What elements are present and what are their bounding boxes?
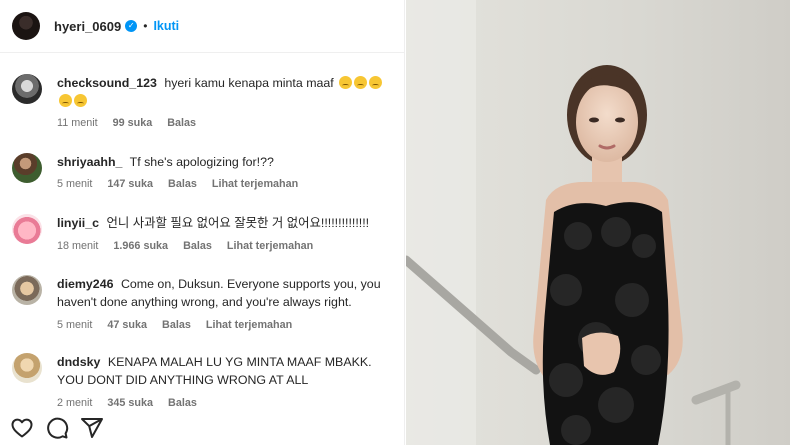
sad-face-emoji-icon [339,76,353,89]
reply-button[interactable]: Balas [183,240,212,252]
sad-face-emoji-icon [369,76,383,89]
share-icon[interactable] [80,416,104,440]
comment-likes[interactable]: 345 suka [107,397,153,409]
author-username[interactable]: hyeri_0609 [54,19,121,34]
comment-time: 11 menit [57,117,98,129]
comment-text-block: diemy246 Come on, Duksun. Everyone suppo… [57,275,397,311]
see-translation-link[interactable]: Lihat terjemahan [212,178,298,190]
commenter-username[interactable]: checksound_123 [57,76,157,90]
comment-meta: 11 menit 99 suka Balas [57,117,208,129]
comment-text-block: shriyaahh_ Tf she's apologizing for!?? [57,153,397,171]
commenter-username[interactable]: diemy246 [57,277,113,291]
commenter-username[interactable]: linyii_c [57,216,99,230]
comment-meta: 5 menit 47 suka Balas Lihat terjemahan [57,319,304,331]
comment-likes[interactable]: 147 suka [107,178,153,190]
comment-text: Tf she's apologizing for!?? [129,155,274,169]
comment-time: 5 menit [57,178,93,190]
see-translation-link[interactable]: Lihat terjemahan [227,240,313,252]
comment-text-block: checksound_123 hyeri kamu kenapa minta m… [57,74,397,110]
comment-time: 5 menit [57,319,93,331]
comment-likes[interactable]: 1.966 suka [113,240,168,252]
reply-button[interactable]: Balas [162,319,191,331]
reply-button[interactable]: Balas [168,397,197,409]
portrait-photo-image [406,0,790,445]
commenter-username[interactable]: dndsky [57,355,100,369]
commenter-avatar[interactable] [12,153,42,183]
follow-button[interactable]: Ikuti [153,19,179,33]
comment-text: KENAPA MALAH LU YG MINTA MAAF MBAKK. YOU… [57,355,372,387]
post-photo[interactable] [406,0,790,445]
comment-meta: 18 menit 1.966 suka Balas Lihat terjemah… [57,240,325,252]
sad-face-emoji-icon [74,94,87,107]
comment-text-block: dndsky KENAPA MALAH LU YG MINTA MAAF MBA… [57,353,397,389]
comment-icon[interactable] [45,416,69,440]
comment-time: 2 menit [57,397,93,409]
comment-meta: 2 menit 345 suka Balas [57,397,209,409]
reply-button[interactable]: Balas [167,117,196,129]
commenter-avatar[interactable] [12,275,42,305]
sad-face-emoji-icon [354,76,368,89]
post-header: hyeri_0609 ✓ • Ikuti [0,0,404,53]
comment-likes[interactable]: 99 suka [113,117,153,129]
author-avatar[interactable] [12,12,40,40]
see-translation-link[interactable]: Lihat terjemahan [206,319,292,331]
commenter-avatar[interactable] [12,353,42,383]
comment-likes[interactable]: 47 suka [107,319,147,331]
sad-face-emoji-icon [59,94,72,107]
commenter-avatar[interactable] [12,74,42,104]
comment-text: 언니 사과할 필요 없어요 잘못한 거 없어요!!!!!!!!!!!!!! [106,216,370,230]
post-actions-bar [0,410,404,445]
comments-panel: hyeri_0609 ✓ • Ikuti checksound_123 hyer… [0,0,405,445]
comment-time: 18 menit [57,240,99,252]
heart-icon[interactable] [10,416,34,440]
comment-meta: 5 menit 147 suka Balas Lihat terjemahan [57,178,310,190]
verified-badge-icon: ✓ [125,20,138,32]
commenter-avatar[interactable] [12,214,42,244]
comment-text-block: linyii_c 언니 사과할 필요 없어요 잘못한 거 없어요!!!!!!!!… [57,214,397,232]
separator: • [143,19,148,33]
comment-text: hyeri kamu kenapa minta maaf [164,76,334,90]
reply-button[interactable]: Balas [168,178,197,190]
commenter-username[interactable]: shriyaahh_ [57,155,122,169]
comment-list[interactable]: checksound_123 hyeri kamu kenapa minta m… [0,53,404,410]
